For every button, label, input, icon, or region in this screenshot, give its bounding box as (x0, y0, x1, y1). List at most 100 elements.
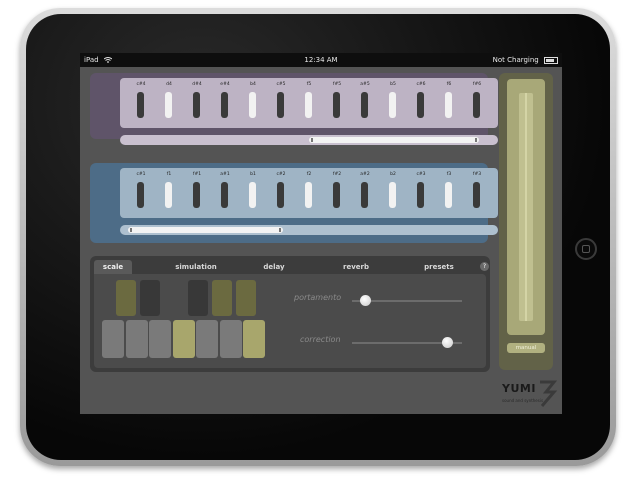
note-key-toggle[interactable] (193, 92, 200, 118)
note-key-toggle[interactable] (221, 182, 228, 208)
manual-pitch-groove (519, 93, 533, 321)
note-key-label: f#5 (332, 82, 342, 87)
note-key-label: f3 (446, 172, 452, 177)
scale-black-key[interactable] (140, 280, 160, 316)
scale-white-key[interactable] (172, 320, 195, 358)
note-key[interactable]: b5 (379, 78, 407, 128)
scale-black-key[interactable] (212, 280, 232, 316)
note-key-toggle[interactable] (445, 182, 452, 208)
home-button[interactable] (575, 238, 597, 260)
note-key[interactable]: f2 (295, 168, 323, 218)
range-thumb-top[interactable] (309, 137, 479, 143)
note-key-toggle[interactable] (389, 92, 396, 118)
note-key[interactable]: b2 (379, 168, 407, 218)
app-screen: iPad 12:34 AM Not Charging c#4 d4 d#4 e#4 b4… (80, 53, 562, 414)
note-key[interactable]: d#4 (183, 78, 211, 128)
note-key[interactable]: c#5 (267, 78, 295, 128)
scale-white-key[interactable] (125, 320, 148, 358)
portamento-label: portamento (294, 293, 342, 302)
note-key-toggle[interactable] (277, 92, 284, 118)
scale-white-key[interactable] (219, 320, 242, 358)
note-key[interactable]: b1 (239, 168, 267, 218)
note-key-toggle[interactable] (417, 182, 424, 208)
note-key[interactable]: c#6 (407, 78, 435, 128)
note-key[interactable]: f#6 (463, 78, 491, 128)
note-key-label: c#4 (136, 82, 146, 87)
note-key-toggle[interactable] (305, 182, 312, 208)
note-key[interactable]: f3 (435, 168, 463, 218)
correction-slider-thumb[interactable] (442, 337, 453, 348)
note-key[interactable]: c#1 (127, 168, 155, 218)
note-key-label: d#4 (192, 82, 202, 87)
scale-tab-body: portamento correction (94, 274, 486, 368)
status-time: 12:34 AM (304, 56, 338, 64)
note-key-toggle[interactable] (249, 182, 256, 208)
status-battery: Not Charging (493, 53, 558, 67)
note-key-label: a#1 (220, 172, 230, 177)
manual-button[interactable]: manual (507, 343, 545, 353)
note-key-toggle[interactable] (305, 92, 312, 118)
note-key[interactable]: f#5 (323, 78, 351, 128)
note-key-label: b4 (250, 82, 256, 87)
range-thumb-bottom[interactable] (128, 227, 283, 233)
note-key-toggle[interactable] (165, 182, 172, 208)
note-key-toggle[interactable] (417, 92, 424, 118)
note-key-toggle[interactable] (333, 92, 340, 118)
note-key-label: b2 (390, 172, 396, 177)
note-keys-bottom: c#1 f1 f#1 a#1 b1 c#2 f2 f#2 a#2 b2 c#3 f3 f#3 (120, 168, 498, 218)
manual-pitch-pad[interactable] (507, 79, 545, 335)
logo-mark-icon (540, 380, 558, 407)
note-key-toggle[interactable] (445, 92, 452, 118)
tab-simulation[interactable]: simulation (160, 260, 232, 274)
note-key-toggle[interactable] (361, 182, 368, 208)
scale-black-key[interactable] (236, 280, 256, 316)
note-key[interactable]: e#4 (211, 78, 239, 128)
note-key[interactable]: f#2 (323, 168, 351, 218)
note-key[interactable]: f#3 (463, 168, 491, 218)
note-key[interactable]: c#4 (127, 78, 155, 128)
note-key-toggle[interactable] (193, 182, 200, 208)
note-key[interactable]: f1 (155, 168, 183, 218)
scale-black-key[interactable] (188, 280, 208, 316)
scale-white-key[interactable] (243, 320, 265, 358)
note-key[interactable]: a#1 (211, 168, 239, 218)
note-key[interactable]: c#3 (407, 168, 435, 218)
note-key-toggle[interactable] (249, 92, 256, 118)
note-key-toggle[interactable] (389, 182, 396, 208)
note-key-label: f#6 (472, 82, 482, 87)
scale-white-key[interactable] (149, 320, 171, 358)
note-key-label: f5 (306, 82, 312, 87)
note-key-toggle[interactable] (473, 92, 480, 118)
tab-reverb[interactable]: reverb (326, 260, 386, 274)
range-slider-top[interactable] (120, 135, 498, 145)
manual-pitch-line (525, 93, 527, 321)
note-key-toggle[interactable] (277, 182, 284, 208)
note-key[interactable]: f6 (435, 78, 463, 128)
note-key[interactable]: f#1 (183, 168, 211, 218)
scale-white-key[interactable] (102, 320, 124, 358)
note-key[interactable]: a#5 (351, 78, 379, 128)
note-key-label: f#3 (472, 172, 482, 177)
note-key[interactable]: f5 (295, 78, 323, 128)
note-key-toggle[interactable] (473, 182, 480, 208)
tab-presets[interactable]: presets (410, 260, 468, 274)
tab-delay[interactable]: delay (244, 260, 304, 274)
note-key[interactable]: a#2 (351, 168, 379, 218)
note-key-label: e#4 (220, 82, 230, 87)
range-slider-bottom[interactable] (120, 225, 498, 235)
tab-scale[interactable]: scale (94, 260, 132, 274)
note-key-toggle[interactable] (361, 92, 368, 118)
portamento-slider-thumb[interactable] (360, 295, 371, 306)
note-key-toggle[interactable] (333, 182, 340, 208)
note-key[interactable]: d4 (155, 78, 183, 128)
note-key[interactable]: c#2 (267, 168, 295, 218)
scale-white-key[interactable] (196, 320, 218, 358)
note-key-toggle[interactable] (137, 182, 144, 208)
note-key-toggle[interactable] (165, 92, 172, 118)
scale-black-key[interactable] (116, 280, 136, 316)
manual-pitch-strip: manual (499, 73, 553, 370)
note-key-toggle[interactable] (221, 92, 228, 118)
note-key-toggle[interactable] (137, 92, 144, 118)
help-icon[interactable]: ? (480, 262, 489, 271)
note-key[interactable]: b4 (239, 78, 267, 128)
